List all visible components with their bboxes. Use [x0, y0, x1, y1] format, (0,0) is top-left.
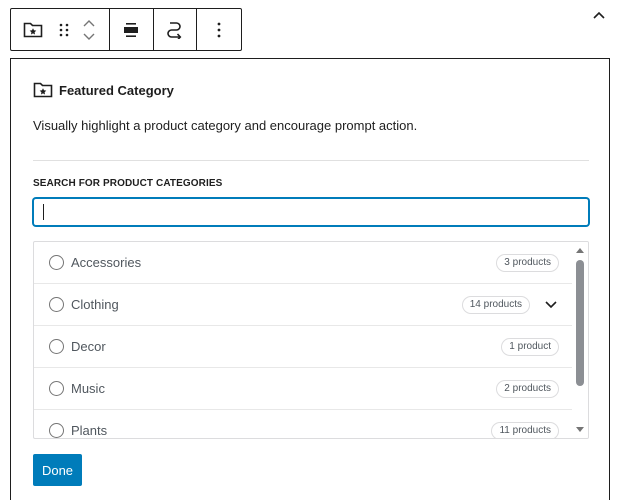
category-name: Accessories	[71, 255, 142, 270]
category-name: Decor	[71, 339, 106, 354]
link-icon	[167, 21, 182, 39]
radio-button[interactable]	[49, 339, 64, 354]
search-label: SEARCH FOR PRODUCT CATEGORIES	[33, 178, 223, 189]
list-item[interactable]: Plants 11 products	[34, 410, 573, 438]
chevron-down-icon	[545, 300, 557, 308]
align-icon	[124, 22, 139, 37]
placeholder-description: Visually highlight a product category an…	[33, 118, 418, 133]
collapse-button[interactable]	[588, 4, 610, 26]
text-caret	[43, 204, 44, 220]
block-toolbar	[10, 8, 242, 51]
align-button[interactable]	[123, 22, 139, 38]
scroll-up-arrow-icon[interactable]	[575, 246, 585, 256]
list-scrollbar[interactable]	[572, 242, 588, 438]
category-search-input[interactable]	[33, 198, 589, 226]
featured-category-placeholder: Featured Category Visually highlight a p…	[10, 58, 610, 500]
chevron-up-icon	[83, 19, 95, 26]
move-up-button[interactable]	[79, 16, 99, 30]
product-count-badge: 11 products	[491, 421, 559, 438]
drag-handle-button[interactable]	[51, 18, 77, 42]
category-name: Music	[71, 381, 105, 396]
list-item[interactable]: Decor 1 product	[34, 326, 573, 368]
product-count-badge: 3 products	[496, 253, 559, 272]
more-options-icon	[217, 22, 221, 37]
block-toolbar-group-block	[11, 9, 111, 50]
folder-star-icon	[33, 82, 53, 98]
block-toolbar-group-link	[154, 9, 198, 50]
move-down-button[interactable]	[79, 30, 99, 44]
radio-button[interactable]	[49, 381, 64, 396]
drag-handle-icon	[59, 23, 69, 36]
product-count-badge: 2 products	[496, 379, 559, 398]
list-item[interactable]: Accessories 3 products	[34, 242, 573, 284]
category-name: Plants	[71, 423, 108, 438]
radio-button[interactable]	[49, 297, 64, 312]
list-item[interactable]: Music 2 products	[34, 368, 573, 410]
radio-button[interactable]	[49, 255, 64, 270]
scroll-down-arrow-icon[interactable]	[575, 424, 585, 434]
chevron-up-icon	[593, 11, 605, 19]
list-item[interactable]: Clothing 14 products	[34, 284, 573, 326]
block-movers	[79, 16, 99, 44]
expand-children-button[interactable]	[541, 295, 561, 315]
link-button[interactable]	[167, 21, 183, 39]
product-count-badge: 1 product	[501, 337, 559, 356]
block-toolbar-group-more	[197, 9, 241, 50]
placeholder-title: Featured Category	[59, 82, 174, 98]
scrollbar-thumb[interactable]	[576, 260, 584, 386]
category-list: Accessories 3 products Clothing 14 produ…	[33, 241, 589, 439]
done-button[interactable]: Done	[33, 454, 82, 486]
folder-star-icon	[23, 22, 43, 37]
radio-button[interactable]	[49, 423, 64, 438]
chevron-down-icon	[83, 33, 95, 40]
placeholder-header: Featured Category	[33, 81, 174, 99]
category-name: Clothing	[71, 297, 119, 312]
product-count-badge: 14 products	[461, 295, 530, 314]
divider	[33, 160, 589, 161]
more-options-button[interactable]	[217, 22, 221, 38]
block-type-button[interactable]	[21, 18, 45, 42]
block-toolbar-group-align	[110, 9, 154, 50]
